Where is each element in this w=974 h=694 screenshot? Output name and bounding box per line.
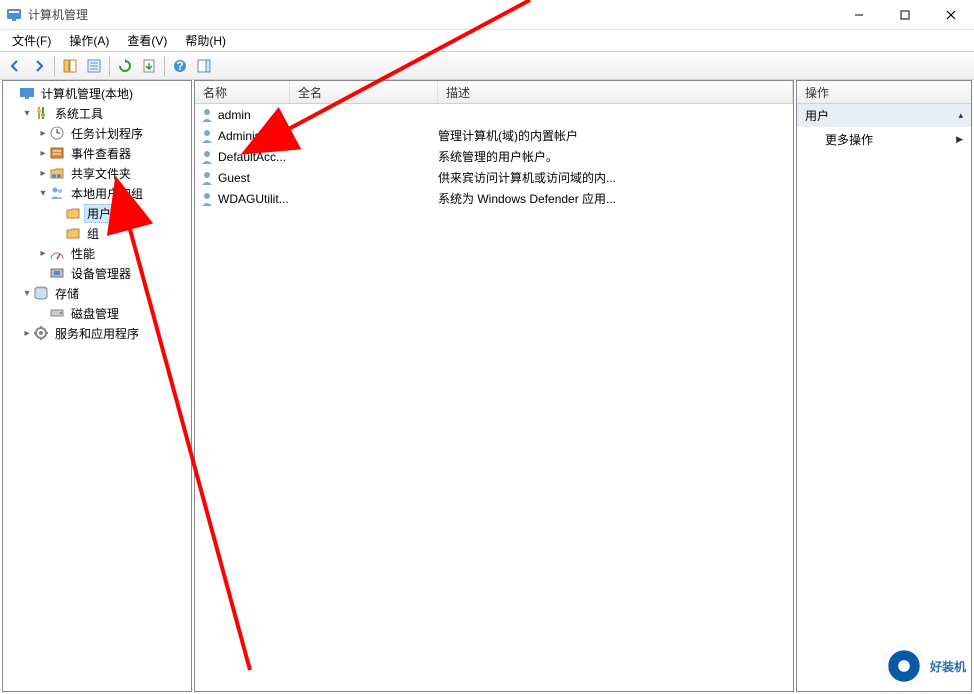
list-row[interactable]: Administrat... 管理计算机(域)的内置帐户 [195,125,793,146]
actions-pane-header: 操作 [797,81,971,104]
actions-pane: 操作 用户 ▴ 更多操作 ▶ [796,80,972,692]
navigation-tree: 计算机管理(本地) ▾ 系统工具 ▸ 任务计划程序 ▸ 事件查看器 ▸ 共享文件 [3,81,191,345]
chevron-right-icon: ▶ [956,134,963,145]
tree-system-tools[interactable]: ▾ 系统工具 [3,103,191,123]
toolbar-separator [109,56,110,76]
tree-performance[interactable]: ▸ 性能 [3,243,191,263]
navigation-tree-pane[interactable]: 计算机管理(本地) ▾ 系统工具 ▸ 任务计划程序 ▸ 事件查看器 ▸ 共享文件 [2,80,192,692]
cell-name: admin [218,108,290,122]
user-icon [199,170,215,186]
back-button[interactable] [4,55,26,77]
storage-icon [33,285,49,301]
folder-icon [65,225,81,241]
actions-group-title[interactable]: 用户 ▴ [797,104,971,127]
menu-bar: 文件(F) 操作(A) 查看(V) 帮助(H) [0,30,974,52]
expand-icon[interactable]: ▾ [21,108,33,119]
properties-button[interactable] [83,55,105,77]
folder-icon [65,205,81,221]
menu-file[interactable]: 文件(F) [4,30,59,51]
list-row[interactable]: Guest 供来宾访问计算机或访问域的内... [195,167,793,188]
tree-device-manager[interactable]: 设备管理器 [3,263,191,283]
cell-description: 供来宾访问计算机或访问域的内... [438,169,793,186]
maximize-button[interactable] [882,0,928,30]
menu-view[interactable]: 查看(V) [119,30,175,51]
cell-description: 系统管理的用户帐户。 [438,148,793,165]
menu-help[interactable]: 帮助(H) [177,30,234,51]
window-title: 计算机管理 [28,6,836,23]
shared-folders-icon [49,165,65,181]
expand-icon[interactable]: ▾ [21,288,33,299]
details-list-pane: 名称 全名 描述 admin Administrat... 管理计算机(域)的内置帐… [194,80,794,692]
help-button[interactable]: ? [169,55,191,77]
cell-name: WDAGUtilit... [218,192,290,206]
collapse-icon[interactable]: ▸ [37,168,49,179]
collapse-triangle-icon: ▴ [958,110,963,121]
user-icon [199,128,215,144]
tree-groups[interactable]: 组 [3,223,191,243]
list-header: 名称 全名 描述 [195,81,793,104]
services-apps-icon [33,325,49,341]
action-pane-toggle-button[interactable] [193,55,215,77]
list-row[interactable]: WDAGUtilit... 系统为 Windows Defender 应用... [195,188,793,209]
collapse-icon[interactable]: ▸ [37,148,49,159]
list-row[interactable]: admin [195,104,793,125]
action-more-label: 更多操作 [825,131,873,148]
window-titlebar: 计算机管理 [0,0,974,30]
forward-button[interactable] [28,55,50,77]
app-icon [6,7,22,23]
collapse-icon[interactable]: ▸ [21,328,33,339]
cell-description: 管理计算机(域)的内置帐户 [438,127,793,144]
user-icon [199,107,215,123]
tree-shared-folders[interactable]: ▸ 共享文件夹 [3,163,191,183]
tree-storage[interactable]: ▾ 存储 [3,283,191,303]
expand-icon[interactable]: ▾ [37,188,49,199]
system-tools-icon [33,105,49,121]
cell-name: Administrat... [218,129,290,143]
tree-root[interactable]: 计算机管理(本地) [3,83,191,103]
tree-users[interactable]: 用户 [3,203,191,223]
collapse-icon[interactable]: ▸ [37,128,49,139]
cell-name: DefaultAcc... [218,150,290,164]
tree-services-apps[interactable]: ▸ 服务和应用程序 [3,323,191,343]
actions-group-label: 用户 [805,107,829,124]
refresh-button[interactable] [114,55,136,77]
toolbar: ? [0,52,974,80]
toolbar-separator [54,56,55,76]
column-header-description[interactable]: 描述 [438,81,793,103]
svg-text:?: ? [176,59,183,73]
user-icon [199,149,215,165]
column-header-fullname[interactable]: 全名 [290,81,438,103]
list-row[interactable]: DefaultAcc... 系统管理的用户帐户。 [195,146,793,167]
device-manager-icon [49,265,65,281]
column-header-name[interactable]: 名称 [195,81,290,103]
disk-management-icon [49,305,65,321]
event-viewer-icon [49,145,65,161]
main-area: 计算机管理(本地) ▾ 系统工具 ▸ 任务计划程序 ▸ 事件查看器 ▸ 共享文件 [0,80,974,694]
export-list-button[interactable] [138,55,160,77]
toolbar-separator [164,56,165,76]
action-more[interactable]: 更多操作 ▶ [797,127,971,152]
task-scheduler-icon [49,125,65,141]
close-button[interactable] [928,0,974,30]
show-hide-tree-button[interactable] [59,55,81,77]
local-users-groups-icon [49,185,65,201]
list-body[interactable]: admin Administrat... 管理计算机(域)的内置帐户 DefaultA… [195,104,793,691]
tree-disk-management[interactable]: 磁盘管理 [3,303,191,323]
tree-task-scheduler[interactable]: ▸ 任务计划程序 [3,123,191,143]
computer-mgmt-icon [19,85,35,101]
minimize-button[interactable] [836,0,882,30]
tree-event-viewer[interactable]: ▸ 事件查看器 [3,143,191,163]
tree-local-users-groups[interactable]: ▾ 本地用户和组 [3,183,191,203]
window-controls [836,0,974,30]
cell-description: 系统为 Windows Defender 应用... [438,190,793,207]
user-icon [199,191,215,207]
menu-action[interactable]: 操作(A) [61,30,117,51]
performance-icon [49,245,65,261]
cell-name: Guest [218,171,290,185]
collapse-icon[interactable]: ▸ [37,248,49,259]
